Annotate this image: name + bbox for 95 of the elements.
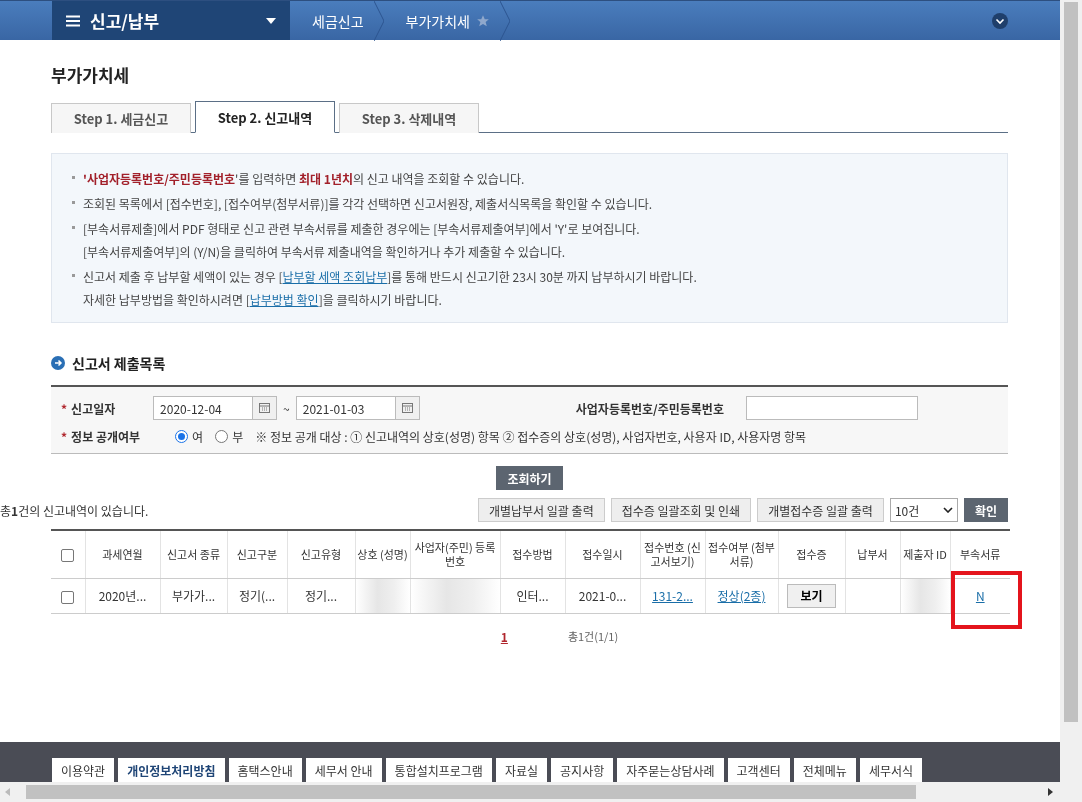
required-mark: * bbox=[61, 428, 68, 445]
notice-link[interactable]: 납부방법 확인 bbox=[249, 291, 319, 308]
column-header: 납부서 bbox=[845, 530, 900, 578]
footer-link[interactable]: 홈택스안내 bbox=[228, 758, 302, 782]
footer-link[interactable]: 이용약관 bbox=[52, 758, 115, 782]
footer-link[interactable]: 세무서 안내 bbox=[305, 758, 382, 782]
notice-text: [부속서류제출여부]의 (Y/N)을 클릭하여 부속서류 제출내역을 확인하거나 추가 제출할 수 있습니다. bbox=[83, 243, 567, 260]
page-title: 부가가치세 bbox=[51, 62, 131, 87]
field-label: 신고일자 bbox=[71, 399, 117, 417]
required-mark: * bbox=[61, 399, 68, 417]
print-button[interactable]: 개별납부서 일괄 출력 bbox=[477, 498, 605, 522]
radio-label[interactable]: 여 bbox=[192, 428, 204, 445]
table-cell: 정기... bbox=[304, 587, 338, 604]
footer-link[interactable]: 공지사항 bbox=[551, 758, 614, 782]
view-button[interactable]: 보기 bbox=[787, 583, 836, 608]
column-header: 접수증 bbox=[778, 530, 845, 578]
footer-link[interactable]: 통합설치프로그램 bbox=[385, 758, 492, 782]
footer-link[interactable]: 전체메뉴 bbox=[793, 758, 856, 782]
column-header: 사업자(주민) 등록번호 bbox=[410, 530, 500, 578]
arrow-circle-icon bbox=[51, 356, 65, 370]
caret-icon bbox=[266, 17, 276, 24]
field-label: 정보 공개여부 bbox=[71, 428, 142, 445]
bullet-icon bbox=[72, 274, 75, 277]
step-tab[interactable]: Step 1. 세금신고 bbox=[51, 103, 191, 133]
footer-link[interactable]: 자료실 bbox=[495, 758, 548, 782]
column-header: 접수여부 (첨부서류) bbox=[705, 530, 778, 578]
section-title: 신고서 제출목록 bbox=[72, 353, 166, 373]
column-header: 접수방법 bbox=[500, 530, 565, 578]
page-size-select[interactable]: 10건 bbox=[889, 498, 958, 522]
scroll-right-icon[interactable] bbox=[1046, 788, 1054, 796]
footer-link[interactable]: 개인정보처리방침 bbox=[118, 758, 225, 782]
breadcrumb-separator-icon bbox=[499, 1, 510, 41]
menu-icon bbox=[66, 14, 80, 27]
confirm-button[interactable]: 확인 bbox=[963, 498, 1008, 522]
horizontal-scrollbar[interactable] bbox=[0, 782, 1082, 802]
result-summary: 총1건의 신고내역이 있습니다. bbox=[0, 501, 149, 519]
range-separator: ~ bbox=[283, 399, 290, 417]
disclosure-note: ※ 정보 공개 대상 : ① 신고내역의 상호(성명) 항목 ② 접수증의 상호(성명), 사업자번호, 사용자 ID, 사용자명 항목 bbox=[255, 428, 807, 445]
notice-link[interactable]: 납부할 세액 조회납부 bbox=[282, 268, 388, 285]
field-label: 사업자등록번호/주민등록번호 bbox=[575, 399, 724, 417]
column-header: 제출자 ID bbox=[900, 530, 950, 578]
footer-link[interactable]: 세무서식 bbox=[859, 758, 923, 782]
table-cell: 부가가... bbox=[171, 587, 216, 604]
date-field[interactable]: 2020-12-04 bbox=[153, 396, 254, 420]
notice-text: 조회된 목록에서 [접수번호], [접수여부(첨부서류)]를 각각 선택하면 신고서원장, 제출서식목록을 확인할 수 있습니다. bbox=[83, 195, 653, 212]
cell-link[interactable]: 정상(2종) bbox=[717, 587, 766, 604]
table-cell: 정기(... bbox=[238, 587, 276, 604]
notice-text: '사업자등록번호/주민등록번호'를 입력하면 최대 1년치의 신고 내역을 조회할 수 있습니다. bbox=[83, 170, 525, 187]
calendar-icon bbox=[259, 403, 271, 413]
page-link[interactable]: 1 bbox=[500, 627, 508, 645]
print-button[interactable]: 개별접수증 일괄 출력 bbox=[757, 498, 884, 522]
step-tab[interactable]: Step 2. 신고내역 bbox=[195, 101, 335, 133]
vertical-scrollbar[interactable] bbox=[1060, 0, 1082, 782]
page-summary: 총1건(1/1) bbox=[567, 627, 619, 645]
column-header: 부속서류 bbox=[950, 530, 1010, 578]
checkbox[interactable] bbox=[61, 591, 75, 605]
breadcrumb-link[interactable]: 부가가치세 bbox=[405, 10, 470, 31]
notice-text: [부속서류제출]에서 PDF 형태로 신고 관련 부속서류를 제출한 경우에는 [부속서류제출여부]에서 'Y'로 보여집니다. bbox=[83, 220, 640, 237]
notice-text: 자세한 납부방법을 확인하시려면 [납부방법 확인]을 클릭하시기 바랍니다. bbox=[83, 291, 443, 308]
footer-link[interactable]: 자주묻는상담사례 bbox=[617, 758, 724, 782]
bullet-icon bbox=[72, 201, 75, 204]
column-header: 신고서 종류 bbox=[160, 530, 227, 578]
calendar-button[interactable] bbox=[395, 396, 420, 420]
cell-link[interactable]: 131-2... bbox=[652, 587, 693, 604]
calendar-icon bbox=[401, 403, 413, 413]
print-button[interactable]: 접수증 일괄조회 및 인쇄 bbox=[610, 498, 752, 522]
step-tab[interactable]: Step 3. 삭제내역 bbox=[339, 103, 479, 133]
radio-button[interactable] bbox=[215, 430, 229, 443]
search-button[interactable]: 조회하기 bbox=[496, 466, 563, 490]
table-cell: 인터... bbox=[516, 587, 549, 604]
star-icon[interactable] bbox=[475, 13, 490, 28]
radio-label[interactable]: 부 bbox=[232, 428, 244, 445]
column-header: 신고유형 bbox=[287, 530, 355, 578]
table-cell: 2020년... bbox=[98, 587, 147, 604]
cell-link[interactable]: N bbox=[975, 587, 985, 604]
table-cell: 2021-0... bbox=[578, 587, 627, 604]
notice-text: 신고서 제출 후 납부할 세액이 있는 경우 [납부할 세액 조회납부]를 통해 반드시 신고기한 23시 30분 까지 납부하시기 바랍니다. bbox=[83, 268, 697, 285]
chevron-down-icon[interactable] bbox=[992, 12, 1008, 29]
breadcrumb-separator-icon bbox=[373, 1, 384, 41]
column-header: 접수일시 bbox=[565, 530, 640, 578]
date-field[interactable]: 2021-01-03 bbox=[295, 396, 396, 420]
bullet-icon bbox=[72, 226, 75, 229]
calendar-button[interactable] bbox=[253, 396, 278, 420]
checkbox[interactable] bbox=[61, 549, 75, 562]
footer-link[interactable]: 고객센터 bbox=[727, 758, 790, 782]
column-header: 신고구분 bbox=[227, 530, 287, 578]
column-header: 상호 (성명) bbox=[355, 530, 410, 578]
bullet-icon bbox=[72, 176, 75, 179]
column-header: 과세연월 bbox=[85, 530, 160, 578]
breadcrumb-link[interactable]: 세금신고 bbox=[312, 10, 364, 31]
input-field[interactable] bbox=[745, 396, 918, 420]
menu-dropdown[interactable]: 신고/납부 bbox=[52, 1, 290, 40]
column-header: 접수번호 (신고서보기) bbox=[640, 530, 705, 578]
radio-button[interactable] bbox=[175, 430, 189, 443]
chevron-down-icon bbox=[942, 507, 953, 513]
